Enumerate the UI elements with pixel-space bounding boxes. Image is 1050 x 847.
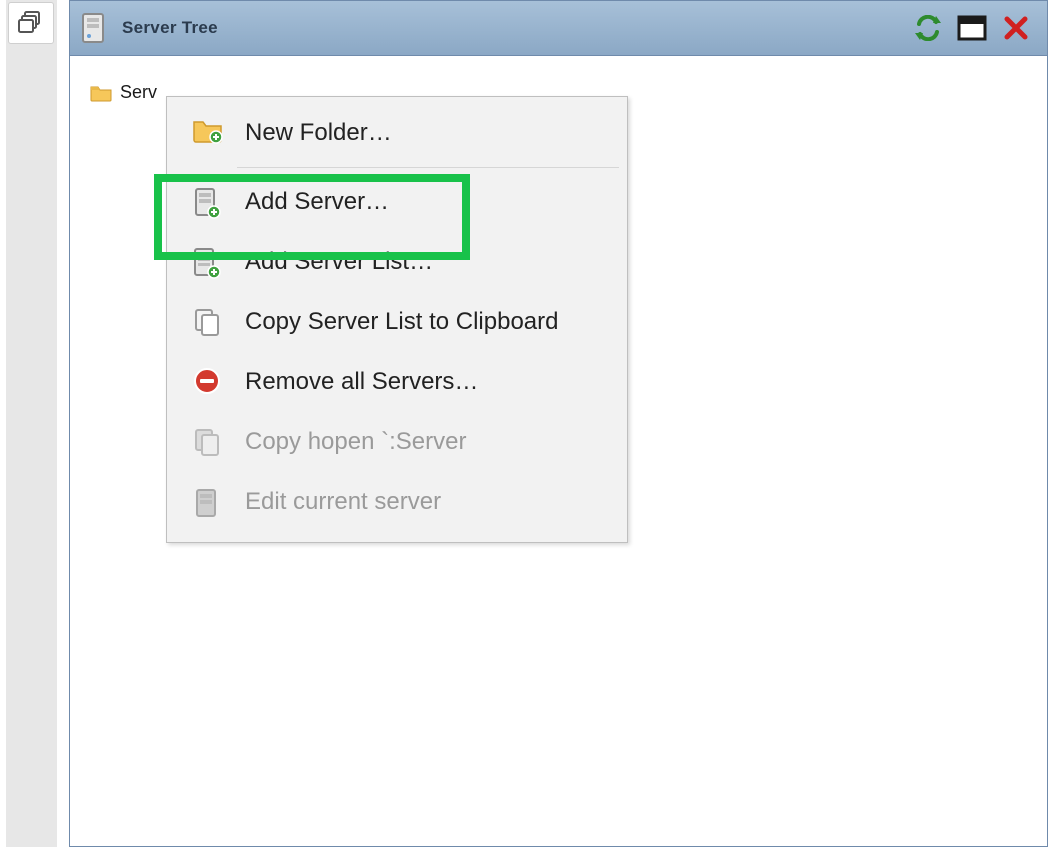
menu-item-label: Remove all Servers…	[245, 368, 478, 396]
panel-title: Server Tree	[122, 18, 218, 38]
server-edit-disabled-icon	[193, 487, 223, 517]
menu-item-copy-hopen-server: Copy hopen `:Server	[167, 412, 627, 472]
close-icon	[1003, 15, 1029, 41]
rail-tab-server-tree[interactable]	[8, 2, 54, 44]
folder-add-icon	[193, 118, 223, 148]
stacked-windows-icon	[17, 10, 45, 36]
refresh-icon	[913, 15, 943, 41]
menu-item-label: New Folder…	[245, 119, 392, 147]
tree-context-menu: New Folder… Add Server…	[166, 96, 628, 543]
app-left-rail	[0, 0, 57, 847]
folder-icon	[90, 84, 112, 102]
panel-titlebar: Server Tree	[69, 0, 1048, 56]
menu-item-label: Edit current server	[245, 488, 441, 516]
menu-item-label: Copy Server List to Clipboard	[245, 308, 558, 336]
remove-icon	[193, 367, 223, 397]
menu-item-remove-all-servers[interactable]: Remove all Servers…	[167, 352, 627, 412]
copy-icon	[193, 307, 223, 337]
server-icon	[80, 11, 106, 45]
panel-title-actions	[913, 13, 1047, 43]
tree-root-label: Serv	[120, 82, 157, 103]
server-list-add-icon	[193, 247, 223, 277]
server-tree-panel: Server Tree	[69, 0, 1050, 847]
copy-disabled-icon	[193, 427, 223, 457]
menu-item-add-server[interactable]: Add Server…	[167, 172, 627, 232]
menu-item-edit-current-server: Edit current server	[167, 472, 627, 532]
server-add-icon	[193, 187, 223, 217]
refresh-button[interactable]	[913, 13, 943, 43]
close-button[interactable]	[1001, 13, 1031, 43]
menu-separator	[237, 167, 619, 168]
menu-item-copy-server-list[interactable]: Copy Server List to Clipboard	[167, 292, 627, 352]
menu-item-new-folder[interactable]: New Folder…	[167, 103, 627, 163]
menu-item-add-server-list[interactable]: Add Server List…	[167, 232, 627, 292]
window-button[interactable]	[957, 13, 987, 43]
window-icon	[957, 15, 987, 41]
menu-item-label: Copy hopen `:Server	[245, 428, 466, 456]
menu-item-label: Add Server List…	[245, 248, 433, 276]
tree-root-node[interactable]: Serv	[90, 82, 157, 103]
app-left-rail-gutter	[6, 0, 57, 847]
menu-item-label: Add Server…	[245, 188, 389, 216]
server-tree: Serv	[90, 82, 157, 103]
panel-body: Serv New Folder…	[69, 56, 1048, 847]
